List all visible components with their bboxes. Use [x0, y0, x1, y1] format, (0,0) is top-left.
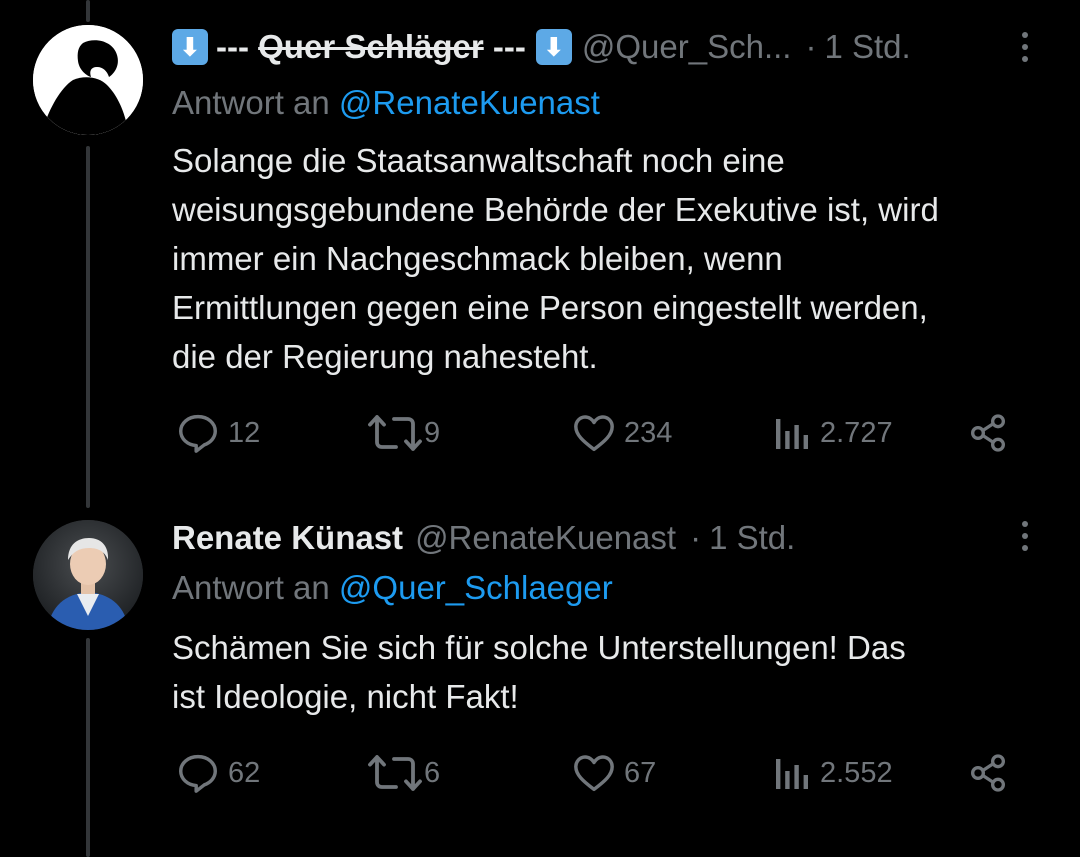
avatar[interactable] [33, 25, 143, 135]
tweet-text-line: ist Ideologie, nicht Fakt! [172, 678, 519, 715]
timestamp[interactable]: 1 Std. [709, 519, 795, 557]
tweet-text-line: weisungsgebundene Behörde der Exekutive … [172, 191, 939, 228]
tweet-actions: 12 9 234 2.727 [172, 408, 1022, 458]
like-count: 234 [624, 416, 673, 449]
reply-mention-link[interactable]: @RenateKuenast [339, 84, 600, 121]
tweet-text-line: die der Regierung nahesteht. [172, 338, 598, 375]
tweet-header: ⬇ --- Quer Schläger --- ⬇ @Quer_Sch... ·… [172, 22, 980, 72]
reply-count: 62 [228, 756, 261, 789]
reply-icon [179, 414, 217, 453]
author-name[interactable]: --- Quer Schläger --- [216, 28, 526, 66]
tweet-text-line: Ermittlungen gegen eine Person eingestel… [172, 289, 928, 326]
author-name-struck: Quer Schläger [258, 28, 484, 65]
repost-icon [368, 415, 422, 451]
separator-dot: · [805, 28, 817, 65]
like-count: 67 [624, 756, 657, 789]
author-name-prefix: --- [216, 28, 259, 65]
reply-button[interactable]: 12 [176, 408, 260, 458]
reply-mention-link[interactable]: @Quer_Schlaeger [339, 569, 613, 606]
reply-icon [179, 754, 217, 793]
down-arrow-emoji-icon: ⬇ [172, 29, 208, 65]
repost-button[interactable]: 9 [368, 408, 440, 458]
author-handle[interactable]: @Quer_Sch... [582, 28, 792, 66]
tweet-text: Solange die Staatsanwaltschaft noch eine… [172, 136, 1052, 381]
reply-button[interactable]: 62 [176, 748, 260, 798]
reply-prefix: Antwort an [172, 84, 339, 121]
like-button[interactable]: 234 [572, 408, 672, 458]
repost-count: 6 [424, 756, 441, 789]
repost-icon [368, 755, 422, 791]
author-name-suffix: --- [483, 28, 526, 65]
author-handle[interactable]: @RenateKuenast [415, 519, 676, 557]
tweet-text-line: Solange die Staatsanwaltschaft noch eine [172, 142, 785, 179]
tweet-2[interactable]: Renate Künast @RenateKuenast · 1 Std. An… [0, 508, 1080, 857]
avatar-silhouette-image [33, 25, 143, 135]
tweet-text-line: immer ein Nachgeschmack bleiben, wenn [172, 240, 783, 277]
more-options-icon[interactable] [1010, 27, 1040, 67]
repost-count: 9 [424, 416, 441, 449]
share-button[interactable] [968, 748, 1008, 798]
author-name[interactable]: Renate Künast [172, 519, 403, 557]
more-options-icon[interactable] [1010, 516, 1040, 556]
views-button[interactable]: 2.727 [772, 408, 893, 458]
views-chart-icon [776, 419, 808, 449]
reply-prefix: Antwort an [172, 569, 339, 606]
like-button[interactable]: 67 [572, 748, 656, 798]
timestamp[interactable]: 1 Std. [824, 28, 910, 66]
views-chart-icon [776, 759, 808, 789]
repost-button[interactable]: 6 [368, 748, 440, 798]
tweet-text-line: Schämen Sie sich für solche Unterstellun… [172, 629, 906, 666]
reply-context: Antwort an @Quer_Schlaeger [172, 565, 613, 611]
heart-icon [574, 755, 614, 792]
views-count: 2.727 [820, 416, 893, 449]
share-button[interactable] [968, 408, 1008, 458]
views-count: 2.552 [820, 756, 893, 789]
avatar-portrait-image [33, 520, 143, 630]
down-arrow-emoji-icon: ⬇ [535, 29, 572, 65]
tweet-header: Renate Künast @RenateKuenast · 1 Std. [172, 513, 980, 563]
separator-dot: · [690, 519, 702, 556]
views-button[interactable]: 2.552 [772, 748, 893, 798]
share-icon [970, 754, 1006, 792]
reply-context: Antwort an @RenateKuenast [172, 80, 600, 126]
tweet-text: Schämen Sie sich für solche Unterstellun… [172, 623, 1052, 721]
avatar[interactable] [33, 520, 143, 630]
tweet-1[interactable]: ⬇ --- Quer Schläger --- ⬇ @Quer_Sch... ·… [0, 0, 1080, 490]
tweet-actions: 62 6 67 2.552 [172, 748, 1022, 798]
share-icon [970, 414, 1006, 452]
reply-count: 12 [228, 416, 261, 449]
heart-icon [574, 415, 614, 452]
